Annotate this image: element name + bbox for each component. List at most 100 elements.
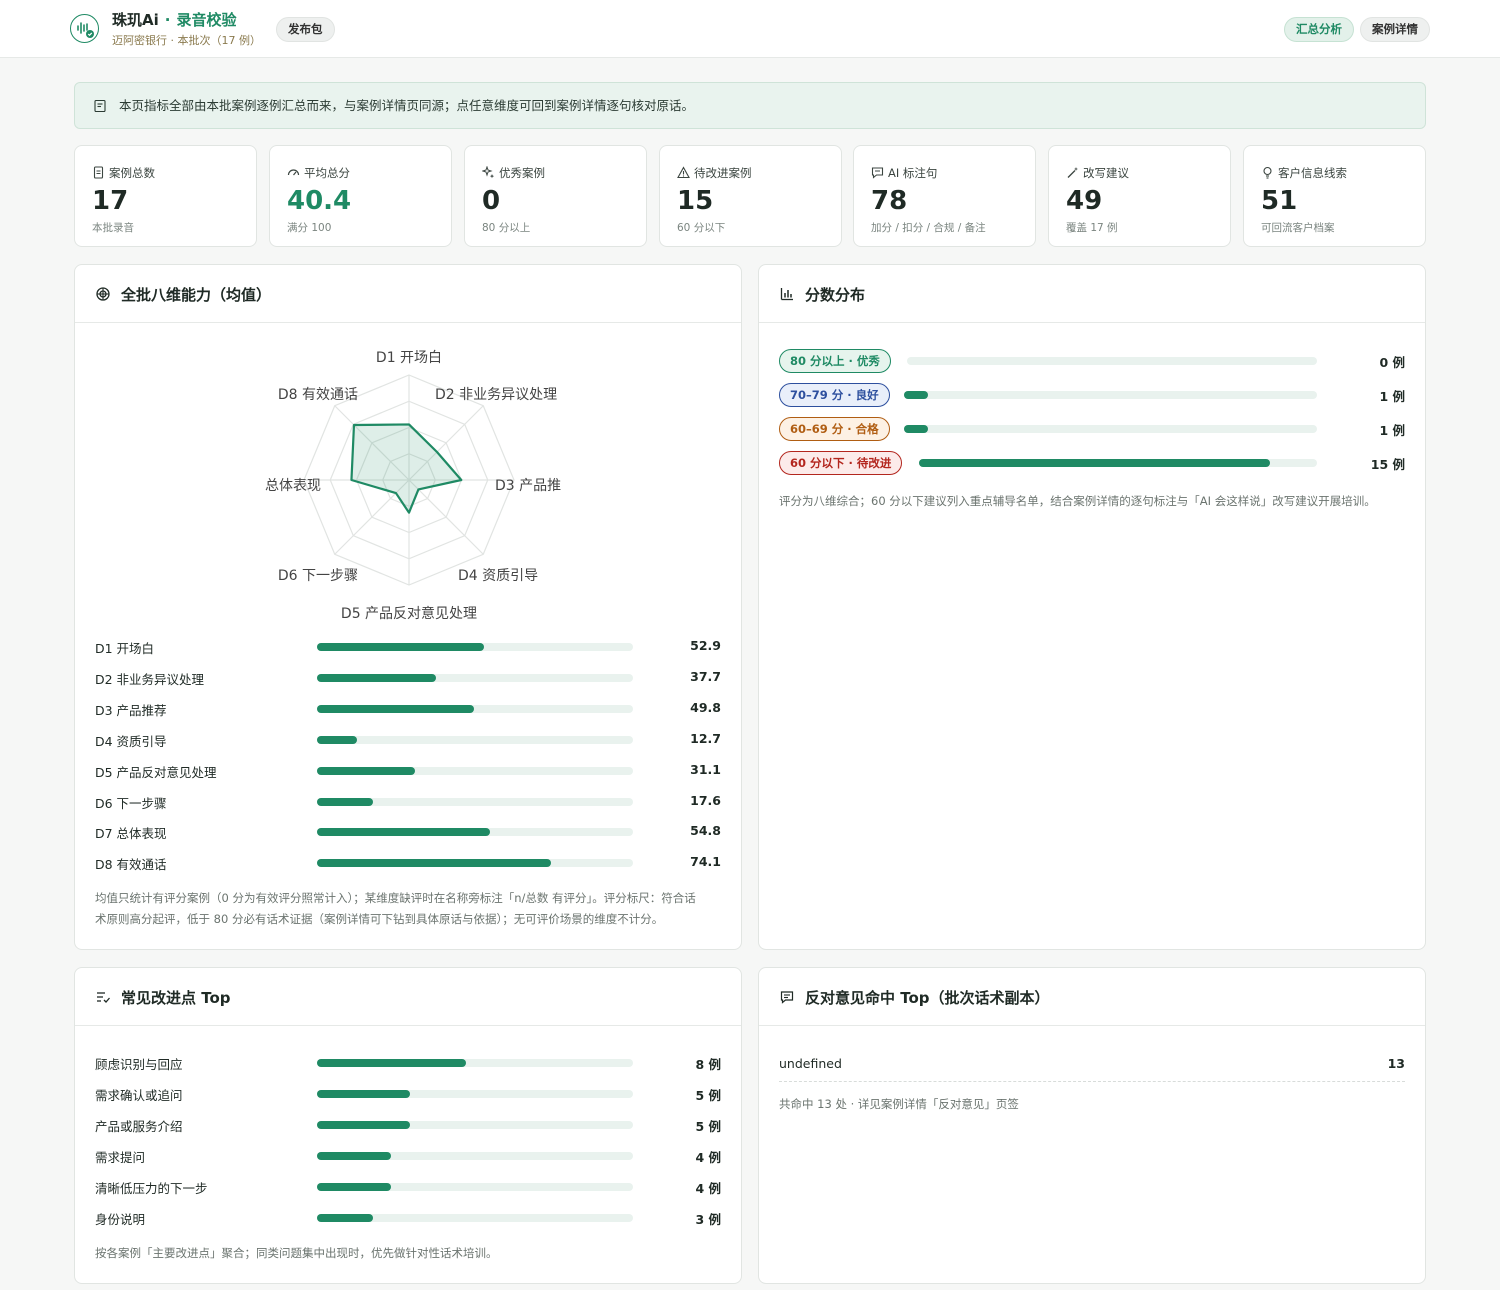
card-header: 全批八维能力（均值） — [75, 265, 741, 323]
doc-icon — [93, 166, 104, 179]
bar-label: D1 开场白 — [95, 641, 155, 656]
bar-label: 需求确认或追问 — [95, 1087, 183, 1103]
bar-track — [317, 704, 633, 713]
radar-axis-label: D5 产品反对意见处理 — [341, 605, 477, 622]
bar-row[interactable]: D7 总体表现 54.8 — [95, 822, 721, 842]
bar-fill — [317, 766, 416, 775]
bar-label: 顾虑识别与回应 — [95, 1057, 183, 1072]
banner-text: 本页指标全部由本批案例逐例汇总而来，与案例详情页同源；点任意维度可回到案例详情逐… — [119, 98, 695, 113]
distribution-row[interactable]: 70–79 分 · 良好 1 例 — [779, 383, 1405, 407]
distribution-row[interactable]: 80 分以上 · 优秀 0 例 — [779, 349, 1405, 373]
bar-fill — [317, 643, 485, 651]
bar-track — [317, 766, 633, 775]
bar-row[interactable]: D1 开场白 52.9 — [95, 637, 721, 657]
bar-track — [317, 859, 633, 868]
bar-value: 1 例 — [1379, 389, 1405, 404]
bar-value: 3 例 — [695, 1211, 721, 1227]
objections-footnote: 共命中 13 处 · 详见案例详情「反对意见」页签 — [779, 1097, 1019, 1111]
bar-value: 0 例 — [1379, 355, 1405, 370]
bar-label: D4 资质引导 — [95, 733, 167, 749]
bar-label: D3 产品推荐 — [95, 702, 167, 718]
brand-name: 珠玑Ai — [112, 11, 159, 29]
stat-note: 满分 100 — [287, 222, 332, 234]
bar-track — [317, 1120, 633, 1129]
stat-label-text: 优秀案例 — [499, 166, 545, 180]
bar-label: 产品或服务介绍 — [95, 1118, 183, 1134]
bar-label: 需求提问 — [95, 1149, 146, 1165]
bar-fill — [317, 673, 437, 682]
radar-axis-label: D4 资质引导 — [458, 568, 538, 584]
bulb-icon — [1263, 166, 1272, 179]
bar-fill — [317, 735, 358, 744]
stat-note: 60 分以下 — [677, 222, 726, 234]
bar-value: 5 例 — [695, 1087, 721, 1103]
bar-row[interactable]: 需求提问 4 例 — [95, 1146, 721, 1166]
stat-label: 客户信息线索 — [1261, 165, 1347, 181]
bar-row[interactable]: 顾虑识别与回应 8 例 — [95, 1053, 721, 1073]
bar-row[interactable]: D4 资质引导 12.7 — [95, 730, 721, 750]
stat-label-text: 平均总分 — [304, 166, 350, 180]
card-header: 分数分布 — [759, 265, 1425, 323]
comment-icon — [871, 167, 884, 179]
bar-row[interactable]: D6 下一步骤 17.6 — [95, 792, 721, 812]
objection-row[interactable]: undefined 13 — [779, 1054, 1405, 1082]
bar-track — [317, 1059, 633, 1067]
distribution-row[interactable]: 60 分以下 · 待改进 15 例 — [779, 451, 1405, 475]
footnote-line-2: 术原则高分起评，低于 80 分必有话术证据（案例详情可下钻到具体原话与依据）；无… — [95, 912, 664, 926]
stat-value: 17 — [92, 186, 129, 216]
dimensions-footnote: 均值只统计有评分案例（0 分为有效评分照常计入）；某维度缺评时在名称旁标注「n/… — [95, 888, 725, 930]
stat-label-text: 待改进案例 — [694, 166, 752, 180]
tab-case-detail[interactable]: 案例详情 — [1360, 17, 1430, 42]
gauge-icon — [287, 169, 300, 176]
bar-track — [317, 1182, 633, 1191]
bar-fill — [317, 1213, 373, 1222]
bar-value: 1 例 — [1379, 423, 1405, 438]
card-title: 全批八维能力（均值） — [121, 286, 272, 304]
bar-fill — [317, 859, 552, 868]
score-range-tag: 80 分以上 · 优秀 — [779, 349, 891, 373]
stat-card: 案例总数 17 本批录音 — [74, 145, 257, 247]
bar-row[interactable]: D2 非业务异议处理 37.7 — [95, 668, 721, 688]
stat-value: 49 — [1066, 186, 1103, 216]
stat-label: 优秀案例 — [481, 165, 545, 181]
note-icon — [94, 99, 106, 113]
bar-row[interactable]: D3 产品推荐 49.8 — [95, 699, 721, 719]
radar-axis-label: D1 开场白 — [376, 350, 442, 366]
bar-label: 身份说明 — [95, 1211, 146, 1227]
bar-row[interactable]: 清晰低压力的下一步 4 例 — [95, 1177, 721, 1197]
stat-value: 0 — [482, 186, 501, 216]
bar-fill — [904, 391, 929, 399]
bar-chart-icon — [780, 288, 793, 301]
bar-fill — [317, 1059, 466, 1067]
card-header: 常见改进点 Top — [75, 968, 741, 1026]
stat-value: 78 — [871, 186, 908, 216]
stat-card: 优秀案例 0 80 分以上 — [464, 145, 647, 247]
bar-track — [904, 425, 1317, 433]
bar-row[interactable]: D8 有效通话 74.1 — [95, 853, 721, 873]
bar-fill — [317, 797, 373, 806]
stat-label-text: 客户信息线索 — [1278, 166, 1347, 180]
bar-row[interactable]: 产品或服务介绍 5 例 — [95, 1115, 721, 1135]
bar-label: 清晰低压力的下一步 — [95, 1180, 208, 1196]
bar-fill — [317, 828, 491, 837]
bar-row[interactable]: 身份说明 3 例 — [95, 1208, 721, 1228]
bar-label: D2 非业务异议处理 — [95, 671, 205, 687]
bar-value: 49.8 — [690, 699, 721, 715]
stat-value: 51 — [1261, 186, 1298, 216]
bar-row[interactable]: 需求确认或追问 5 例 — [95, 1084, 721, 1104]
stat-note: 本批录音 — [92, 222, 134, 234]
stat-card: 改写建议 49 覆盖 17 例 — [1048, 145, 1231, 247]
bar-fill — [317, 1089, 410, 1098]
dimensions-card: 全批八维能力（均值） D1 开场白 D2 非业务异议处理 D3 产品推 D4 资质引导… — [74, 264, 742, 950]
stat-note: 80 分以上 — [482, 222, 531, 234]
improvements-card: 常见改进点 Top 按各案例「主要改进点」聚合；同类问题集中出现时，优先做针对性… — [74, 967, 742, 1284]
bar-row[interactable]: D5 产品反对意见处理 31.1 — [95, 761, 721, 781]
brand-title: 珠玑Ai · 录音校验 — [112, 11, 237, 29]
radar-axis-label: D3 产品推 — [495, 478, 561, 494]
stat-label-text: 改写建议 — [1083, 166, 1129, 180]
stat-label: 案例总数 — [92, 165, 155, 181]
card-title: 分数分布 — [805, 286, 866, 304]
distribution-row[interactable]: 60–69 分 · 合格 1 例 — [779, 417, 1405, 441]
tab-summary[interactable]: 汇总分析 — [1284, 17, 1354, 42]
publish-button[interactable]: 发布包 — [276, 17, 335, 42]
